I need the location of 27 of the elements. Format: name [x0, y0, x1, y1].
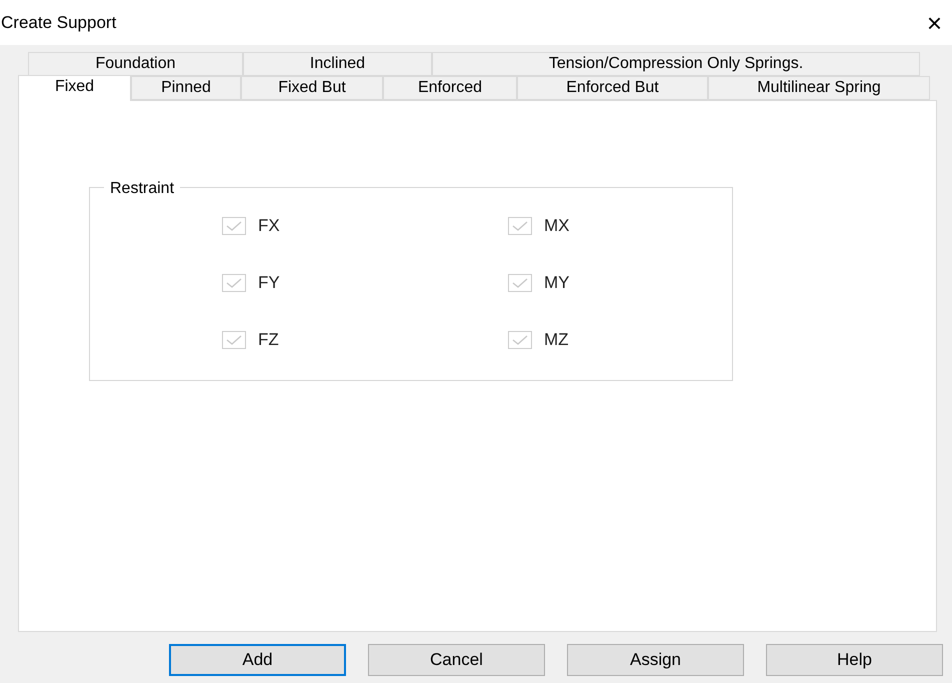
dialog-button[interactable]: Cancel [368, 644, 545, 676]
tab[interactable]: Tension/Compression Only Springs. [432, 52, 920, 76]
dialog-button[interactable]: Add [169, 644, 346, 676]
tab[interactable]: Enforced But [517, 76, 708, 100]
check-icon [512, 221, 528, 231]
tab[interactable]: Pinned [131, 76, 241, 100]
check-icon [226, 335, 242, 345]
check-icon [512, 278, 528, 288]
tab[interactable]: Fixed But [241, 76, 383, 100]
check-icon [226, 221, 242, 231]
tab[interactable]: Inclined [243, 52, 432, 76]
tab[interactable]: Fixed [18, 75, 131, 101]
checkbox-label: FY [258, 272, 280, 294]
checkbox-label: FZ [258, 329, 279, 352]
close-button[interactable]: × [926, 10, 942, 36]
tab[interactable]: Foundation [28, 52, 243, 76]
tab[interactable]: Enforced [383, 76, 517, 100]
tab[interactable]: Multilinear Spring [708, 76, 930, 100]
check-icon [512, 335, 528, 345]
checkbox-label: MY [544, 272, 570, 294]
check-icon [226, 278, 242, 288]
dialog-button[interactable]: Help [766, 644, 943, 676]
window-title: Create Support [1, 12, 116, 34]
dialog-button[interactable]: Assign [567, 644, 744, 676]
checkbox-label: MZ [544, 329, 569, 352]
checkbox-label: MX [544, 215, 570, 238]
checkbox-label: FX [258, 215, 280, 238]
